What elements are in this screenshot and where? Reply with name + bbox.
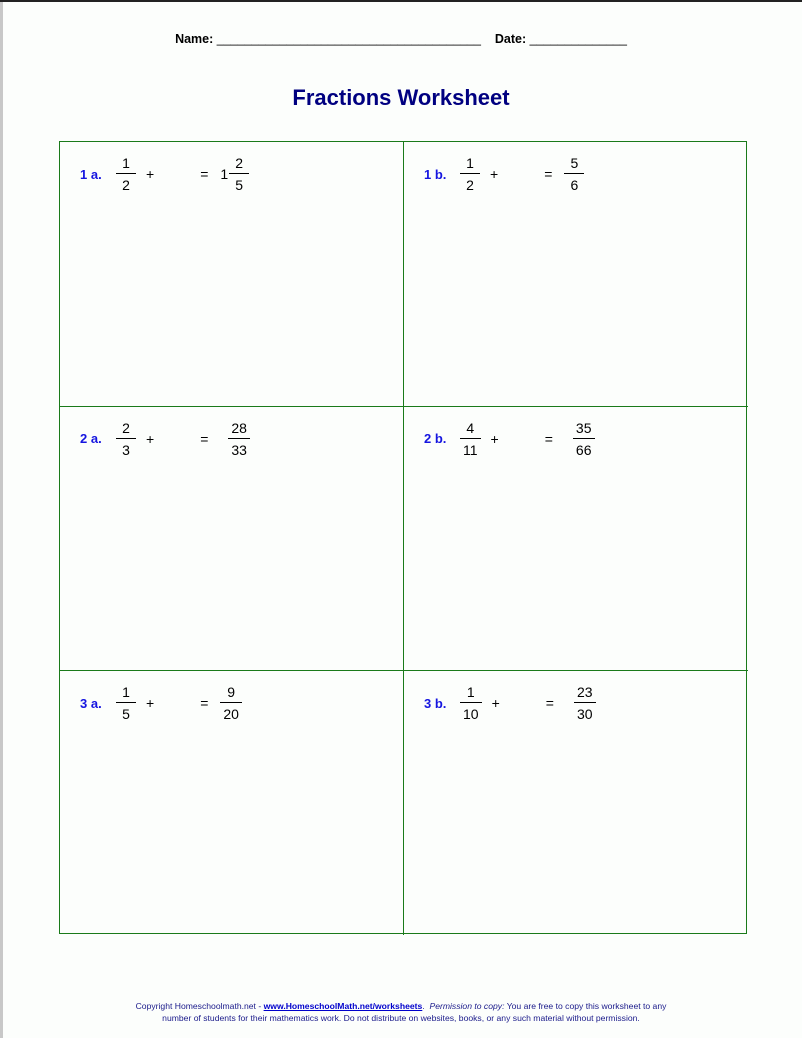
problem-cell: 2 b. 4 11 + = 35 66	[404, 407, 748, 671]
denominator: 33	[228, 437, 250, 457]
denominator: 5	[229, 173, 250, 192]
plus-sign: +	[490, 430, 499, 447]
equals-sign: =	[544, 166, 553, 182]
footer-period: .	[422, 1001, 425, 1011]
name-date-line: Name: __________________________________…	[0, 32, 802, 46]
problem: 1 a. 1 2 + = 1 2 5	[80, 155, 250, 192]
numerator: 2	[235, 155, 244, 171]
result: 56	[564, 155, 585, 192]
denominator: 2	[460, 173, 480, 192]
numerator: 4	[466, 419, 475, 436]
addend-fraction: 12	[460, 156, 480, 192]
plus-sign: +	[146, 430, 155, 447]
problem-label: 2 b.	[424, 431, 447, 446]
denominator: 3	[116, 437, 136, 457]
numerator: 1	[466, 684, 475, 700]
equals-sign: =	[544, 430, 553, 447]
addend-fraction: 12	[116, 156, 136, 192]
result-fraction: 23 30	[573, 684, 596, 721]
result: 28 33	[228, 421, 250, 457]
problem-label: 1 a.	[80, 166, 102, 182]
denominator: 2	[116, 173, 136, 192]
numerator: 9	[227, 684, 236, 700]
problem: 2 b. 4 11 + = 35 66	[424, 421, 595, 457]
addend-fraction: 23	[116, 421, 136, 457]
problem-cell: 1 b. 1 2 + = 5 6	[404, 142, 748, 407]
denominator: 6	[564, 173, 585, 192]
result: 23 30	[573, 684, 596, 721]
problem-label: 1 b.	[424, 166, 447, 182]
copyright-footer: Copyright Homeschoolmath.net - www.Homes…	[0, 1000, 802, 1024]
problem: 3 a. 1 5 + = 9 20	[80, 685, 242, 721]
plus-sign: +	[491, 695, 500, 711]
date-blank: ______________	[529, 32, 627, 46]
worksheets-link[interactable]: www.HomeschoolMath.net/worksheets	[264, 1001, 423, 1011]
denominator: 66	[572, 437, 595, 457]
problem-cell: 3 a. 1 5 + = 9 20	[60, 671, 404, 935]
addend-fraction: 15	[116, 685, 136, 721]
result: 35 66	[572, 419, 595, 457]
equals-sign: =	[200, 430, 209, 447]
result-fraction: 35 66	[572, 419, 595, 457]
plus-sign: +	[146, 695, 155, 711]
problem-cell: 3 b. 1 10 + = 23 30	[404, 671, 748, 935]
name-blank: ______________________________________	[216, 32, 481, 46]
problem-cell: 1 a. 1 2 + = 1 2 5	[60, 142, 404, 407]
permission-text: You are free to copy this worksheet to a…	[504, 1001, 667, 1011]
numerator: 35	[575, 419, 592, 436]
permission-label: Permission to copy:	[429, 1001, 505, 1011]
page-left-edge	[0, 2, 3, 1038]
whole-number: 1	[220, 166, 229, 182]
result-fraction: 25	[229, 155, 250, 192]
plus-sign: +	[146, 166, 155, 182]
problem-grid: 1 a. 1 2 + = 1 2 5 1 b. 1 2 + = 5 6 2 a. 2 3 + = 28 33 2 b.…	[59, 141, 748, 935]
denominator: 10	[460, 702, 482, 721]
denominator: 11	[460, 437, 481, 457]
result: 125	[220, 155, 250, 192]
numerator: 5	[570, 155, 579, 171]
numerator: 1	[466, 155, 474, 171]
numerator: 23	[576, 684, 593, 700]
page-title: Fractions Worksheet	[292, 85, 510, 110]
numerator: 2	[122, 419, 130, 436]
addend-fraction: 4 11	[460, 421, 481, 457]
result: 9 20	[220, 685, 242, 721]
name-label: Name:	[175, 32, 214, 46]
problem: 2 a. 2 3 + = 28 33	[80, 421, 250, 457]
copyright-text: Copyright Homeschoolmath.net -	[135, 1001, 264, 1011]
numerator: 1	[122, 684, 130, 700]
problem-label: 3 b.	[424, 695, 447, 711]
plus-sign: +	[490, 166, 499, 182]
equals-sign: =	[200, 166, 209, 182]
numerator: 28	[231, 419, 247, 436]
result-fraction: 56	[564, 155, 585, 192]
addend-fraction: 1 10	[460, 685, 482, 721]
denominator: 30	[573, 702, 596, 721]
equals-sign: =	[200, 695, 209, 711]
footer-line-2: number of students for their mathematics…	[162, 1013, 640, 1023]
result-fraction: 28 33	[228, 421, 250, 457]
result-fraction: 9 20	[220, 685, 242, 721]
equals-sign: =	[545, 695, 554, 711]
problem-cell: 2 a. 2 3 + = 28 33	[60, 406, 404, 671]
date-label: Date:	[494, 32, 527, 46]
denominator: 20	[220, 702, 242, 721]
problem: 1 b. 1 2 + = 5 6	[424, 155, 585, 192]
problem-label: 3 a.	[80, 695, 102, 711]
denominator: 5	[116, 702, 136, 721]
problem: 3 b. 1 10 + = 23 30	[424, 685, 596, 721]
numerator: 1	[122, 155, 130, 171]
problem-label: 2 a.	[80, 431, 102, 446]
